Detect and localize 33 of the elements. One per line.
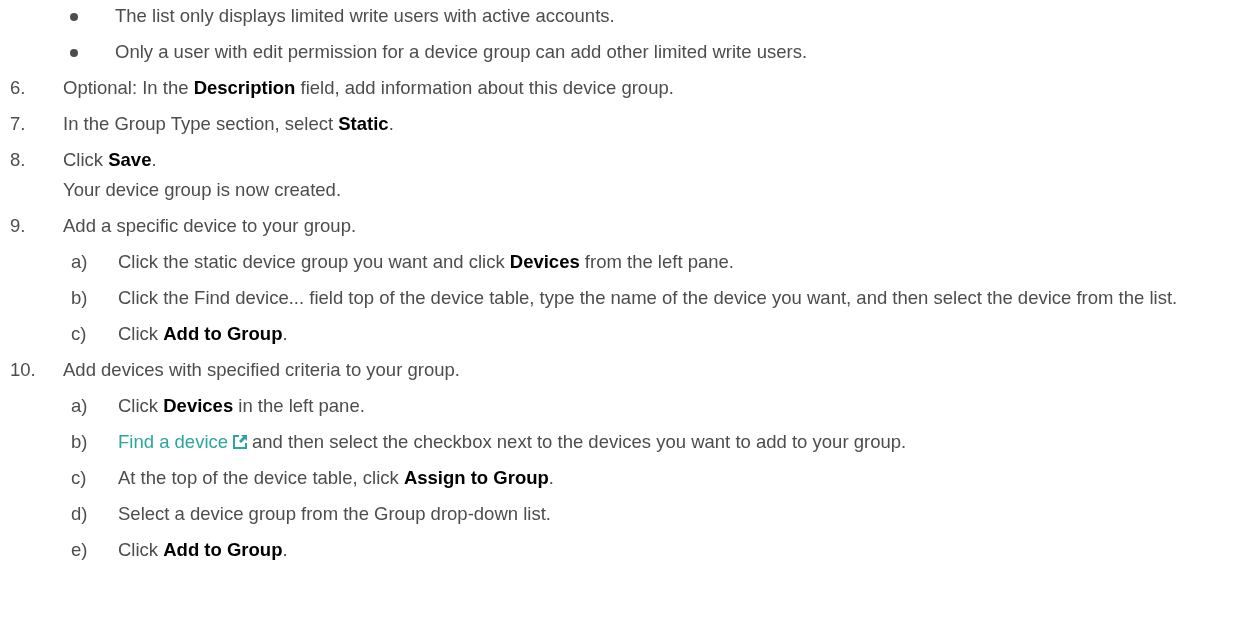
substep-text: At the top of the device table, click Assign to Group. (118, 467, 554, 488)
step-number: 6. (10, 76, 27, 100)
substep-letter: a) (71, 394, 89, 418)
substep-text: Select a device group from the Group drop-down list. (118, 503, 551, 524)
substep-text: Click the Find device... field top of the device table, type the name of the device you want, and then select the device from the list. (118, 287, 1178, 308)
substep-text: Click Add to Group. (118, 539, 288, 560)
step-text: Add devices with specified criteria to your group. (63, 358, 461, 382)
substep-letter: b) (71, 430, 89, 454)
find-device-link[interactable]: Find a device (118, 431, 253, 452)
step-text: Optional: In the Description field, add information about this device group. (63, 76, 675, 100)
bullet-icon (70, 49, 78, 57)
substep-text: Click Add to Group. (118, 323, 288, 344)
step-text: Add a specific device to your group. (63, 214, 358, 238)
substep-letter: b) (71, 286, 89, 310)
step-number: 7. (10, 112, 27, 136)
step-number: 9. (10, 214, 27, 238)
step-number: 10. (10, 358, 37, 382)
substep-text: Click the static device group you want and click Devices from the left pane. (118, 251, 734, 272)
list-text: Only a user with edit permission for a device group can add other limited write users. (115, 40, 807, 64)
substep-letter: c) (71, 322, 88, 346)
list-text: The list only displays limited write users with active accounts. (115, 4, 615, 28)
substep-text: Click Devices in the left pane. (118, 395, 365, 416)
substep-letter: a) (71, 250, 89, 274)
step-text: In the Group Type section, select Static. (63, 112, 395, 136)
external-link-icon (232, 434, 249, 450)
step-text: Click Save. (63, 148, 158, 172)
substep-letter: c) (71, 466, 88, 490)
step-number: 8. (10, 148, 27, 172)
substep-text: and then select the checkbox next to the devices you want to add to your group. (252, 431, 907, 452)
bullet-icon (70, 13, 78, 21)
substep-letter: d) (71, 502, 89, 526)
substep-letter: e) (71, 538, 89, 562)
step-result: Your device group is now created. (63, 178, 342, 202)
